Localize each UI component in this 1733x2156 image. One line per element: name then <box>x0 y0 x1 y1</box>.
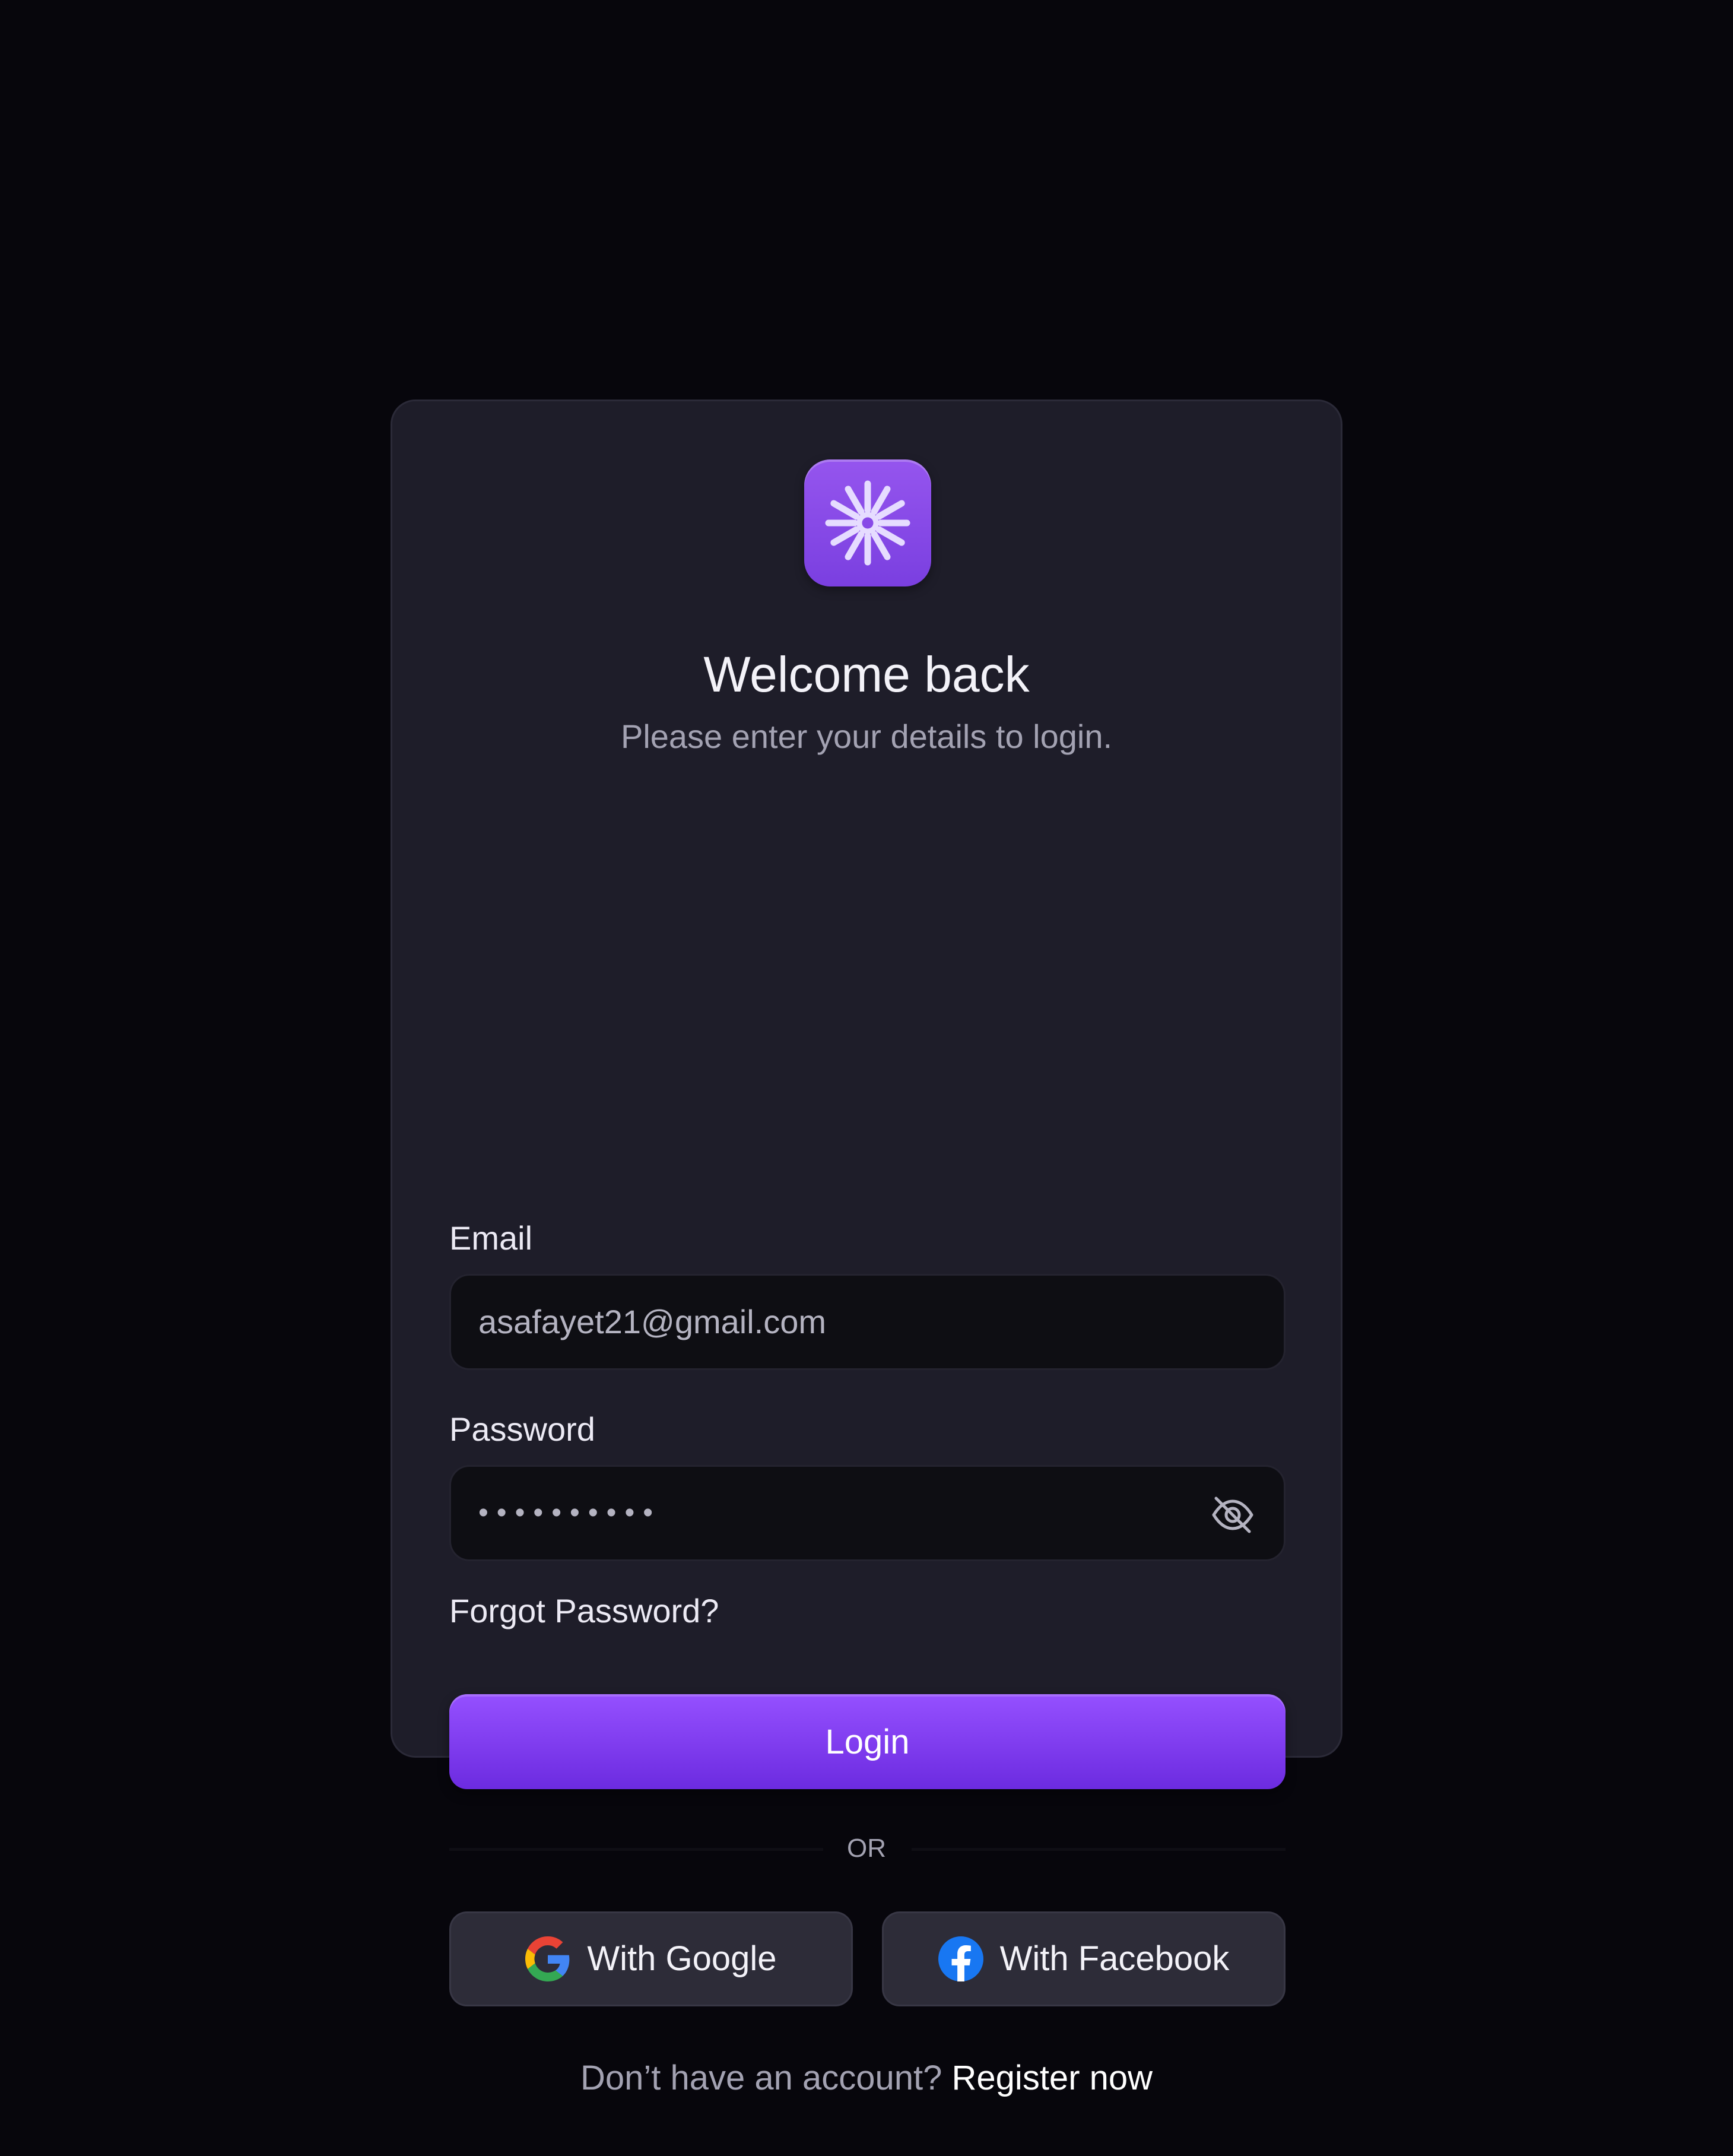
forgot-password-link[interactable]: Forgot Password? <box>449 1590 719 1632</box>
register-link[interactable]: Register now <box>952 2059 1153 2097</box>
divider-right <box>912 1848 1286 1851</box>
google-icon <box>525 1936 570 1981</box>
eye-off-icon[interactable] <box>1209 1491 1256 1539</box>
register-prompt: Don’t have an account? Register now <box>392 2054 1341 2102</box>
email-label: Email <box>449 1219 533 1257</box>
email-value[interactable]: asafayet21@gmail.com <box>478 1301 826 1343</box>
asterisk-burst-icon <box>825 480 910 566</box>
facebook-login-button[interactable]: With Facebook <box>882 1911 1286 2006</box>
google-login-button[interactable]: With Google <box>449 1911 853 2006</box>
password-mask[interactable]: •••••••••• <box>478 1492 661 1534</box>
password-label: Password <box>449 1410 595 1448</box>
facebook-icon <box>938 1936 983 1981</box>
app-logo <box>804 459 931 586</box>
email-field[interactable]: asafayet21@gmail.com <box>449 1274 1286 1370</box>
login-card: Welcome back Please enter your details t… <box>391 400 1342 2097</box>
login-button[interactable]: Login <box>449 1694 1286 1789</box>
password-field[interactable]: •••••••••• <box>449 1465 1286 1561</box>
register-prompt-text: Don’t have an account? <box>580 2059 942 2097</box>
facebook-button-label: With Facebook <box>999 1939 1230 1978</box>
page-title: Welcome back <box>703 646 1030 702</box>
page-subtitle: Please enter your details to login. <box>620 718 1113 755</box>
google-button-label: With Google <box>587 1939 777 1978</box>
